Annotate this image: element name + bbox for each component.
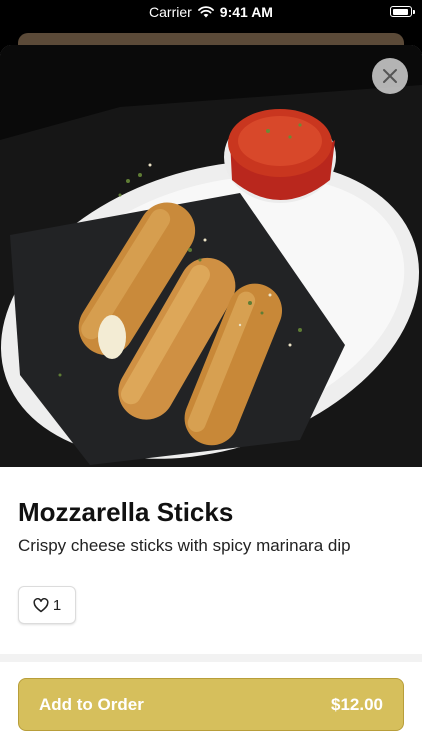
add-to-order-button[interactable]: Add to Order $12.00 xyxy=(18,678,404,731)
item-detail-sheet: Mozzarella Sticks Crispy cheese sticks w… xyxy=(0,45,422,750)
carrier-label: Carrier xyxy=(149,4,192,20)
like-count: 1 xyxy=(52,596,62,614)
item-description: Crispy cheese sticks with spicy marinara… xyxy=(18,536,351,555)
add-to-order-label: Add to Order xyxy=(39,694,144,714)
like-button[interactable]: 1 xyxy=(18,586,76,624)
status-bar: Carrier 9:41 AM xyxy=(0,0,422,26)
wifi-icon xyxy=(197,6,214,18)
price-label: $12.00 xyxy=(331,694,383,714)
close-button[interactable] xyxy=(372,58,408,94)
heart-icon xyxy=(33,597,49,612)
clock: 9:41 AM xyxy=(219,4,273,20)
section-divider xyxy=(0,654,422,662)
close-icon xyxy=(383,69,397,83)
item-title: Mozzarella Sticks xyxy=(18,497,234,527)
background-card-peek xyxy=(18,33,404,45)
battery-icon xyxy=(390,6,415,17)
item-photo xyxy=(0,45,422,467)
